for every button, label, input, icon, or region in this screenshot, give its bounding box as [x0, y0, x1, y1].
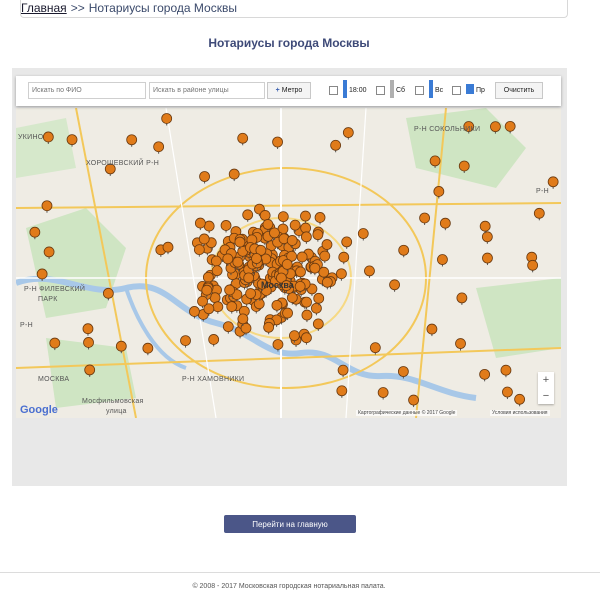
breadcrumb: Главная >> Нотариусы города Москвы: [20, 0, 568, 18]
search-street-input[interactable]: [149, 82, 265, 99]
breadcrumb-separator: >>: [70, 1, 85, 15]
breadcrumb-current: Нотариусы города Москвы: [88, 1, 237, 15]
metro-button[interactable]: + Метро: [267, 82, 311, 99]
district-label: Р-Н: [536, 188, 549, 195]
district-label: ПАРК: [38, 296, 58, 303]
go-home-button[interactable]: Перейти на главную: [224, 515, 356, 533]
plus-icon: +: [275, 87, 280, 94]
district-label: Мосфильмовская: [82, 398, 144, 405]
zoom-out-button[interactable]: −: [538, 388, 554, 404]
page-title: Нотариусы города Москвы: [208, 36, 370, 50]
district-label: Р-Н СОКОЛЬНИКИ: [414, 126, 481, 133]
zoom-in-button[interactable]: +: [538, 372, 554, 388]
clock-icon: [343, 80, 347, 98]
district-label: улица: [106, 408, 127, 415]
district-label: УКИНО: [18, 134, 44, 141]
clear-button[interactable]: Очистить: [495, 82, 543, 99]
filter-label-sat: Сб: [396, 87, 406, 94]
city-label: Москва: [261, 280, 294, 290]
footer-divider: [0, 572, 600, 573]
district-label: Р-Н: [20, 322, 33, 329]
gift-icon: [466, 84, 474, 94]
calendar-icon: [429, 80, 433, 98]
breadcrumb-home-link[interactable]: Главная: [21, 1, 67, 15]
district-label: Р-Н ФИЛЕВСКИЙ: [24, 286, 86, 293]
district-label: Р-Н ХАМОВНИКИ: [182, 376, 245, 383]
district-label: ХОРОШЕВСКИЙ Р-Н: [86, 160, 160, 167]
zoom-control: + −: [538, 372, 554, 404]
filter-label-1800: 18:00: [349, 87, 367, 94]
filter-label-hol: Пр: [476, 87, 485, 94]
terms-link[interactable]: Условия использования: [490, 410, 550, 416]
footer-copyright: © 2008 - 2017 Московская городская нотар…: [192, 583, 386, 590]
calendar-icon: [390, 80, 394, 98]
metro-button-label: Метро: [281, 87, 303, 94]
map-canvas: [16, 108, 561, 418]
search-fio-input[interactable]: [28, 82, 146, 99]
map-toolbar: +Метро 18:00 Сб Вс Пр Очистить: [16, 76, 561, 106]
map[interactable]: УКИНО Р-Н СОКОЛЬНИКИ ХОРОШЕВСКИЙ Р-Н Р-Н…: [16, 108, 561, 418]
filter-label-sun: Вс: [435, 87, 444, 94]
map-attribution: Картографические данные © 2017 Google: [356, 410, 458, 416]
filter-checkbox-sat[interactable]: [376, 86, 385, 95]
filter-checkbox-1800[interactable]: [329, 86, 338, 95]
district-label: МОСКВА: [38, 376, 70, 383]
google-logo: Google: [20, 404, 58, 416]
filter-checkbox-hol[interactable]: [452, 86, 461, 95]
filter-checkbox-sun[interactable]: [415, 86, 424, 95]
